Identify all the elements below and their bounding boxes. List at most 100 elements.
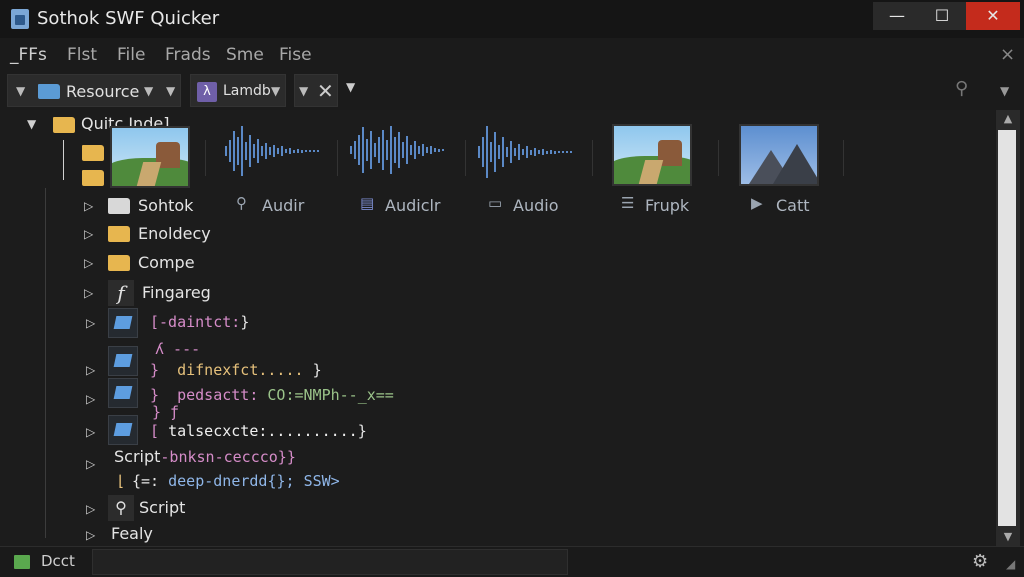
status-bar: Dcct ⚙ ◢ — [0, 546, 1024, 577]
code-line[interactable]: [ talsecxcte:..........} — [150, 422, 367, 440]
lambda-dropdown[interactable]: λ Lamdb ▼ — [190, 74, 286, 107]
media-label[interactable]: Audir — [262, 196, 304, 215]
audio-waveform[interactable] — [225, 126, 325, 188]
folder-icon — [38, 84, 60, 99]
resize-grip-icon[interactable]: ◢ — [1006, 557, 1015, 571]
vertical-scrollbar[interactable]: ▲ ▼ — [996, 110, 1020, 546]
folder-icon — [82, 170, 104, 186]
gear-icon[interactable]: ⚙ — [972, 551, 988, 572]
minimize-button[interactable]: — — [873, 2, 921, 30]
audio-waveform[interactable] — [350, 126, 450, 188]
media-label[interactable]: Frupk — [645, 196, 689, 215]
divider — [718, 140, 719, 176]
clear-button[interactable]: ▼ ✕ — [294, 74, 338, 107]
list-icon: ☰ — [621, 194, 635, 212]
expand-arrow-icon[interactable]: ▷ — [86, 502, 95, 516]
resource-label: Resource — [66, 82, 140, 101]
play-icon: ▶ — [751, 194, 763, 212]
image-thumbnail[interactable] — [612, 124, 692, 186]
lambda-icon: λ — [197, 82, 217, 102]
title-bar: Sothok SWF Quicker — ☐ ✕ — [0, 0, 1024, 38]
expand-arrow-icon[interactable]: ▷ — [86, 425, 95, 439]
resource-tree: ▼ Quitc Inde] ▷ Sohtok ▷ Enoldecy ▷ Comp… — [0, 110, 995, 546]
tree-guide-line — [45, 188, 46, 538]
divider — [337, 140, 338, 176]
expand-arrow-icon[interactable]: ▷ — [84, 199, 93, 213]
tree-guide-line — [63, 140, 64, 180]
expand-arrow-icon[interactable]: ▷ — [86, 392, 95, 406]
divider — [843, 140, 844, 176]
monitor-icon: ▭ — [488, 194, 503, 212]
toolbar-more-dropdown[interactable]: ▼ — [346, 80, 355, 94]
script-icon — [108, 346, 138, 376]
last-item-label[interactable]: Fealy — [111, 524, 153, 543]
folder-label[interactable]: Sohtok — [138, 196, 193, 215]
toolbar-options-dropdown[interactable]: ▼ — [1000, 84, 1009, 98]
scroll-down-arrow-icon[interactable]: ▼ — [996, 528, 1020, 546]
maximize-button[interactable]: ☐ — [918, 2, 966, 30]
flash-file-icon: f — [108, 280, 134, 306]
lambda-label: Lamdb — [223, 83, 271, 99]
expand-arrow-icon[interactable]: ▷ — [84, 256, 93, 270]
menu-item-frads[interactable]: Frads — [165, 45, 211, 65]
media-label[interactable]: Audio — [513, 196, 558, 215]
expand-arrow-icon[interactable]: ▼ — [27, 117, 36, 131]
menu-item-flst[interactable]: Flst — [67, 45, 97, 65]
status-icon — [14, 555, 30, 569]
expand-arrow-icon[interactable]: ▷ — [86, 457, 95, 471]
folder-icon — [53, 117, 75, 133]
chevron-down-icon: ▼ — [299, 84, 309, 98]
image-thumbnail[interactable] — [739, 124, 819, 186]
folder-label[interactable]: Enoldecy — [138, 224, 211, 243]
code-line[interactable]: } difnexfct..... } — [150, 361, 322, 379]
script-icon — [108, 415, 138, 445]
code-bracket: } ƒ — [152, 403, 180, 421]
code-line[interactable]: [-daintct:} — [150, 313, 249, 331]
resource-dropdown[interactable]: ▼ Resource ▼ ▼ — [7, 74, 181, 107]
media-label[interactable]: Audiclr — [385, 196, 441, 215]
expand-arrow-icon[interactable]: ▷ — [84, 227, 93, 241]
location-pin-icon: ⚲ — [108, 495, 134, 521]
script-label[interactable]: Script-bnksn-ceccco}} — [114, 447, 296, 466]
script-icon — [108, 308, 138, 338]
menu-item-file[interactable]: File — [117, 45, 145, 65]
expand-arrow-icon[interactable]: ▷ — [86, 363, 95, 377]
expand-arrow-icon[interactable]: ▷ — [86, 316, 95, 330]
chevron-down-icon: ▼ — [144, 84, 154, 98]
panel-close-icon[interactable]: × — [1000, 44, 1015, 65]
chevron-down-icon: ▼ — [166, 84, 176, 98]
folder-label[interactable]: Compe — [138, 253, 195, 272]
status-label: Dcct — [41, 552, 75, 570]
folder-icon — [108, 198, 130, 214]
divider — [465, 140, 466, 176]
media-label[interactable]: Catt — [776, 196, 810, 215]
fingareg-label[interactable]: Fingareg — [142, 283, 211, 302]
folder-icon — [82, 145, 104, 161]
code-glyph: ⌊ — [116, 472, 126, 490]
menu-item-sme[interactable]: Sme — [226, 45, 264, 65]
menu-item-fise[interactable]: Fise — [279, 45, 312, 65]
scroll-up-arrow-icon[interactable]: ▲ — [996, 110, 1020, 128]
close-button[interactable]: ✕ — [966, 2, 1020, 30]
divider — [592, 140, 593, 176]
window-title: Sothok SWF Quicker — [37, 8, 220, 29]
expand-arrow-icon[interactable]: ▷ — [86, 528, 95, 542]
menu-item-ffs[interactable]: _FFs — [10, 45, 47, 65]
folder-icon — [108, 226, 130, 242]
pin-icon[interactable]: ⚲ — [955, 78, 975, 100]
expand-arrow-icon[interactable]: ▷ — [84, 286, 93, 300]
menu-bar: _FFs Flst File Frads Sme Fise × — [0, 40, 1024, 70]
code-bracket: ʎ --- — [155, 340, 201, 358]
app-icon — [11, 9, 29, 29]
script-icon — [108, 378, 138, 408]
audio-file-icon: ▤ — [360, 194, 375, 212]
status-input[interactable] — [92, 549, 568, 575]
code-line[interactable]: } pedsactt: CO:=NMPh--_x== — [150, 386, 394, 404]
code-line[interactable]: {=: deep-dnerdd{}; SSW> — [132, 472, 340, 490]
scrollbar-thumb[interactable] — [998, 130, 1016, 526]
image-thumbnail[interactable] — [110, 126, 190, 188]
search-icon: ⚲ — [236, 194, 247, 212]
chevron-down-icon: ▼ — [16, 84, 26, 98]
audio-waveform[interactable] — [478, 126, 578, 188]
script-item-label[interactable]: Script — [139, 498, 185, 517]
